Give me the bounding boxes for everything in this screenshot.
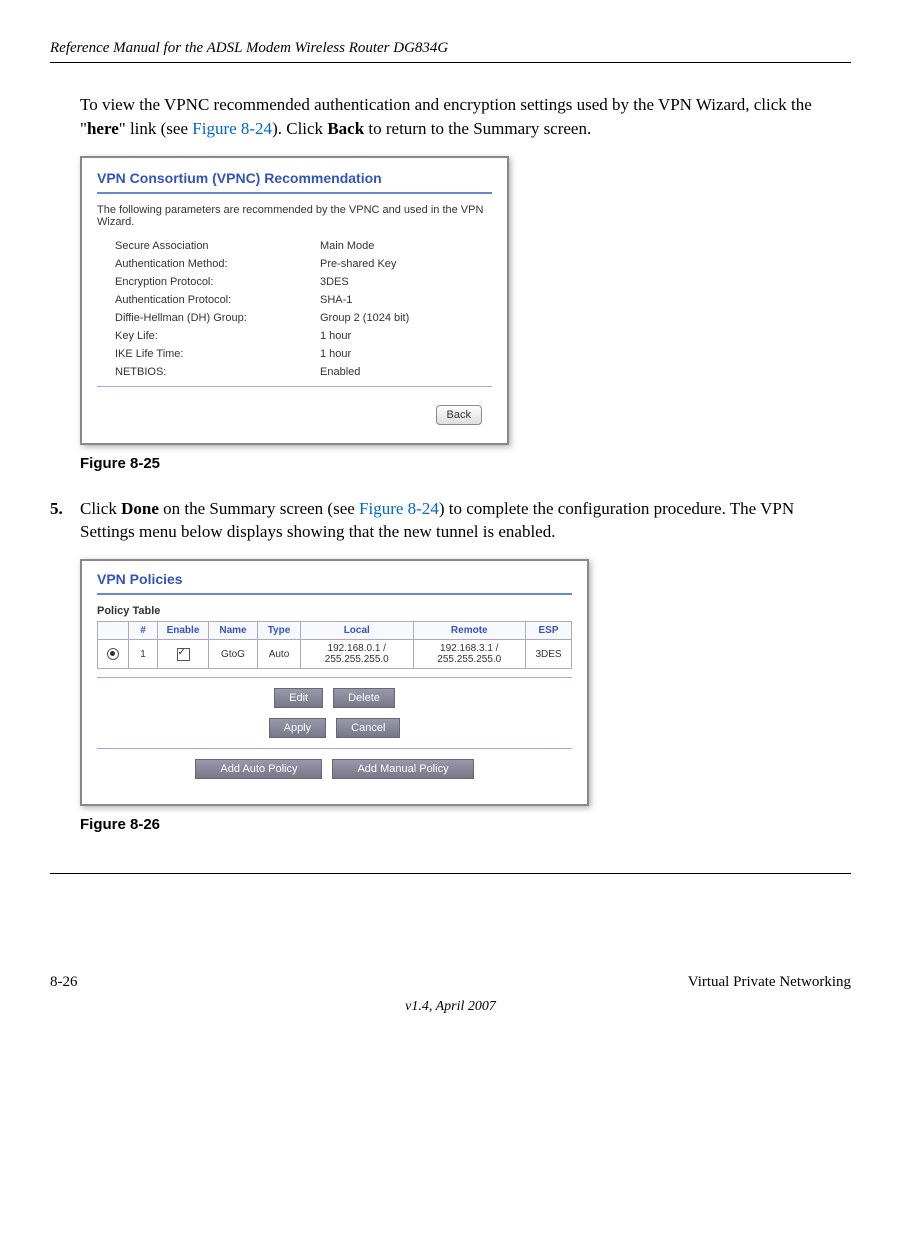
- button-row: Back: [97, 405, 492, 425]
- cell-type: Auto: [258, 640, 301, 669]
- param-label: NETBIOS:: [115, 366, 320, 378]
- param-row: NETBIOS:Enabled: [115, 366, 492, 378]
- header-rule: [50, 62, 851, 63]
- page-footer: 8-26 Virtual Private Networking: [50, 974, 851, 991]
- panel-description: The following parameters are recommended…: [97, 204, 492, 228]
- step-number: 5.: [50, 497, 80, 545]
- param-value: Pre-shared Key: [320, 258, 492, 270]
- divider: [97, 748, 572, 749]
- param-label: Diffie-Hellman (DH) Group:: [115, 312, 320, 324]
- back-text: Back: [327, 119, 364, 138]
- param-label: Secure Association: [115, 240, 320, 252]
- param-label: Encryption Protocol:: [115, 276, 320, 288]
- button-row: Apply Cancel: [97, 718, 572, 738]
- param-label: IKE Life Time:: [115, 348, 320, 360]
- add-auto-policy-button[interactable]: Add Auto Policy: [195, 759, 322, 779]
- col-select: [98, 622, 129, 640]
- table-row: 1 GtoG Auto 192.168.0.1 / 255.255.255.0 …: [98, 640, 572, 669]
- param-row: Diffie-Hellman (DH) Group:Group 2 (1024 …: [115, 312, 492, 324]
- param-value: 1 hour: [320, 348, 492, 360]
- panel-title: VPN Policies: [97, 571, 572, 587]
- col-local: Local: [301, 622, 414, 640]
- step-5: 5. Click Done on the Summary screen (see…: [50, 497, 851, 545]
- figure-ref-link[interactable]: Figure 8-24: [192, 119, 272, 138]
- param-row: Authentication Method:Pre-shared Key: [115, 258, 492, 270]
- text: ). Click: [272, 119, 327, 138]
- param-value: SHA-1: [320, 294, 492, 306]
- cell-num: 1: [129, 640, 158, 669]
- param-label: Authentication Method:: [115, 258, 320, 270]
- figure-label: Figure 8-26: [80, 816, 851, 833]
- text: on the Summary screen (see: [159, 499, 359, 518]
- param-label: Authentication Protocol:: [115, 294, 320, 306]
- divider: [97, 593, 572, 595]
- add-manual-policy-button[interactable]: Add Manual Policy: [332, 759, 473, 779]
- text: to return to the Summary screen.: [364, 119, 591, 138]
- running-header: Reference Manual for the ADSL Modem Wire…: [50, 40, 851, 57]
- footer-rule: [50, 873, 851, 874]
- done-text: Done: [121, 499, 159, 518]
- vpn-policies-screenshot: VPN Policies Policy Table # Enable Name …: [80, 559, 589, 806]
- table-header-row: # Enable Name Type Local Remote ESP: [98, 622, 572, 640]
- policy-table: # Enable Name Type Local Remote ESP 1 Gt…: [97, 621, 572, 669]
- param-value: 3DES: [320, 276, 492, 288]
- cell-name: GtoG: [209, 640, 258, 669]
- param-row: Encryption Protocol:3DES: [115, 276, 492, 288]
- figure-label: Figure 8-25: [80, 455, 851, 472]
- param-value: 1 hour: [320, 330, 492, 342]
- cell-remote: 192.168.3.1 / 255.255.255.0: [413, 640, 526, 669]
- apply-button[interactable]: Apply: [269, 718, 327, 738]
- param-row: Authentication Protocol:SHA-1: [115, 294, 492, 306]
- button-row: Edit Delete: [97, 688, 572, 708]
- vpnc-recommendation-screenshot: VPN Consortium (VPNC) Recommendation The…: [80, 156, 509, 445]
- divider: [97, 677, 572, 678]
- footer-version: v1.4, April 2007: [50, 999, 851, 1015]
- cell-local: 192.168.0.1 / 255.255.255.0: [301, 640, 414, 669]
- param-label: Key Life:: [115, 330, 320, 342]
- col-type: Type: [258, 622, 301, 640]
- cell-radio[interactable]: [98, 640, 129, 669]
- cell-esp: 3DES: [526, 640, 572, 669]
- button-row: Add Auto Policy Add Manual Policy: [97, 759, 572, 779]
- param-value: Group 2 (1024 bit): [320, 312, 492, 324]
- col-name: Name: [209, 622, 258, 640]
- param-row: Secure AssociationMain Mode: [115, 240, 492, 252]
- section-name: Virtual Private Networking: [688, 974, 851, 991]
- text: " link (see: [119, 119, 193, 138]
- back-button[interactable]: Back: [436, 405, 482, 425]
- here-link-text: here: [87, 119, 119, 138]
- text: Click: [80, 499, 121, 518]
- figure-ref-link[interactable]: Figure 8-24: [359, 499, 439, 518]
- step-content: Click Done on the Summary screen (see Fi…: [80, 497, 851, 545]
- col-remote: Remote: [413, 622, 526, 640]
- panel-title: VPN Consortium (VPNC) Recommendation: [97, 170, 492, 186]
- paragraph-vpnc: To view the VPNC recommended authenticat…: [80, 93, 851, 141]
- col-num: #: [129, 622, 158, 640]
- param-row: IKE Life Time:1 hour: [115, 348, 492, 360]
- divider: [97, 386, 492, 387]
- param-value: Main Mode: [320, 240, 492, 252]
- edit-button[interactable]: Edit: [274, 688, 323, 708]
- param-value: Enabled: [320, 366, 492, 378]
- col-enable: Enable: [158, 622, 209, 640]
- page-number: 8-26: [50, 974, 78, 991]
- col-esp: ESP: [526, 622, 572, 640]
- cancel-button[interactable]: Cancel: [336, 718, 400, 738]
- checkbox-icon[interactable]: [177, 648, 190, 661]
- delete-button[interactable]: Delete: [333, 688, 395, 708]
- policy-table-label: Policy Table: [97, 605, 572, 617]
- param-row: Key Life:1 hour: [115, 330, 492, 342]
- radio-icon[interactable]: [107, 648, 119, 660]
- divider: [97, 192, 492, 194]
- cell-enable[interactable]: [158, 640, 209, 669]
